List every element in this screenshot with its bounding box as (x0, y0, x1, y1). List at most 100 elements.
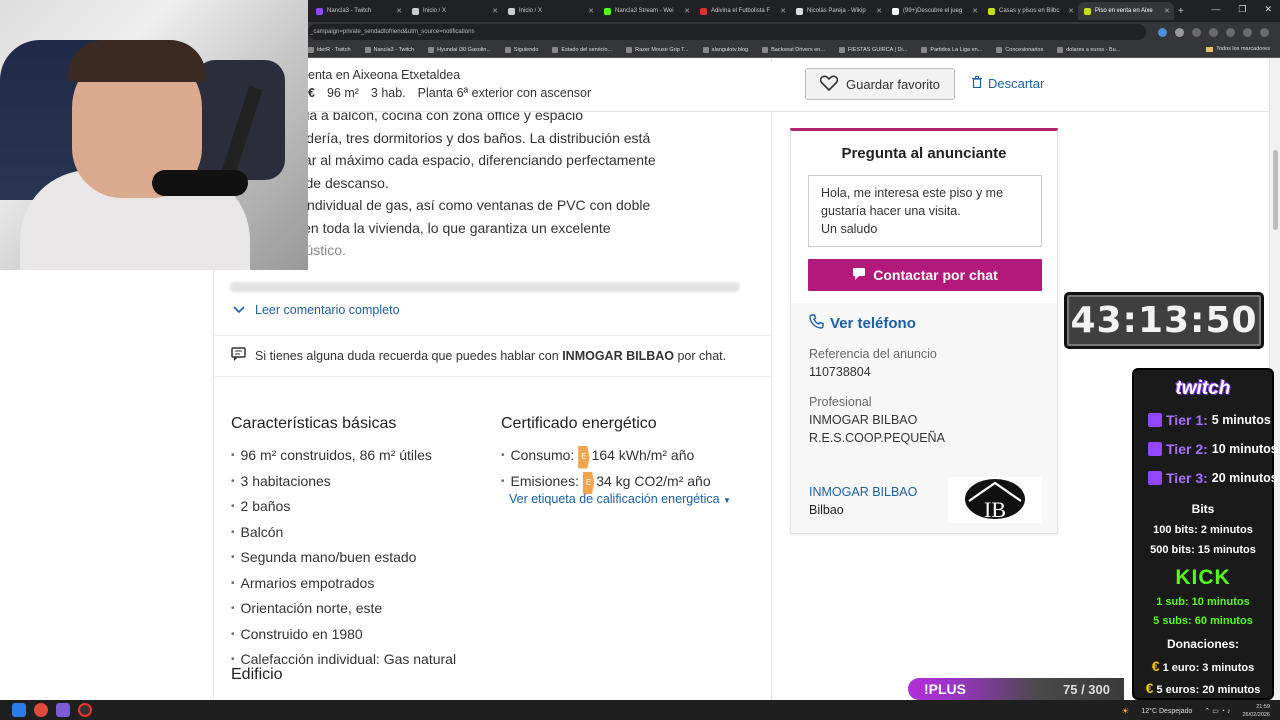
tab-favicon-icon (316, 7, 323, 15)
browser-tab[interactable]: Nancla3 Stream - Wei ✕ (598, 2, 694, 20)
close-tab-icon[interactable]: ✕ (972, 7, 978, 15)
bookmark-item[interactable]: Backseat Drivers en... (762, 46, 825, 53)
caret-down-icon: ▼ (723, 496, 731, 505)
clock-time: 21:59 (1256, 704, 1270, 710)
reference-label: Referencia del anuncio (809, 347, 937, 361)
kick-rule-2: 5 subs: 60 minutos (1153, 615, 1253, 627)
bookmark-item[interactable]: Partidos La Liga en... (921, 46, 982, 53)
bookmark-label: Hyundai i30 Gasolin... (437, 46, 491, 53)
tier-value: 5 minutos (1211, 413, 1271, 427)
chat-reminder-agency: INMOGAR BILBAO (562, 349, 674, 363)
bookmark-item[interactable]: alangulotv.blog (702, 46, 748, 53)
feature-item: 2 baños (231, 495, 456, 521)
extension-icon[interactable] (1175, 27, 1184, 37)
bookmark-item[interactable]: Hyundai i30 Gasolin... (428, 46, 491, 53)
euro-icon: € (1151, 658, 1160, 674)
chrome-icon[interactable] (34, 703, 48, 717)
bookmark-item[interactable]: Siguiendo (504, 46, 538, 53)
weather-text: 12°C Despejado (1141, 707, 1193, 715)
kick-logo: KICK (1175, 566, 1231, 589)
twitch-glitch-icon (1148, 413, 1162, 427)
start-menu-icon[interactable] (12, 703, 26, 717)
tier-name: Tier 1: (1166, 412, 1208, 428)
agency-link[interactable]: INMOGAR BILBAO (809, 483, 917, 501)
browser-tab[interactable]: (99+)Descubre el jueg ✕ (886, 2, 982, 20)
tab-label: Inicio / X (519, 8, 543, 14)
clock[interactable]: 21:59 26/02/2026 (1242, 703, 1270, 719)
reference-value: 110738804 (809, 365, 871, 379)
bookmark-item[interactable]: Concesionarios (996, 46, 1043, 53)
menu-kebab-icon[interactable] (1260, 27, 1269, 37)
bookmark-item[interactable]: FIESTAS GUIRCA | Di... (838, 46, 907, 53)
tab-label: Nancla3 - Twitch (327, 8, 372, 14)
bookmark-favicon-icon (1057, 46, 1064, 53)
close-tab-icon[interactable]: ✕ (492, 7, 498, 15)
close-tab-icon[interactable]: ✕ (684, 7, 690, 15)
close-tab-icon[interactable]: ✕ (876, 7, 882, 15)
energy-label-link[interactable]: Ver etiqueta de calificación energética … (509, 492, 731, 506)
maximize-icon[interactable]: ❐ (1238, 4, 1246, 15)
browser-tab[interactable]: Casas y pisos en Bilbc ✕ (982, 2, 1078, 20)
contact-chat-button[interactable]: Contactar por chat (808, 259, 1042, 291)
agency-city: Bilbao (809, 503, 844, 517)
close-tab-icon[interactable]: ✕ (1164, 7, 1170, 15)
profile-avatar-icon[interactable] (1243, 27, 1252, 37)
scrollbar-thumb[interactable] (1273, 150, 1278, 230)
price-suffix: € (308, 86, 315, 100)
message-textarea[interactable]: Hola, me interesa este piso y me gustarí… (808, 175, 1042, 247)
twitch-glitch-icon (1148, 471, 1162, 485)
listing-size: 96 m² (326, 86, 359, 100)
chat-reminder-suffix: por chat. (677, 349, 727, 363)
listing-meta: € 96 m² 3 hab. Planta 6ª exterior con as… (308, 86, 591, 100)
donation-rule-1: € 1 euro: 3 minutos (1134, 658, 1272, 674)
browser-tab[interactable]: Inicio / X ✕ (406, 2, 502, 20)
close-tab-icon[interactable]: ✕ (780, 7, 786, 15)
extension-icon[interactable] (1226, 27, 1235, 37)
discard-button[interactable]: Descartar (972, 76, 1044, 91)
system-tray: ☀ 12°C Despejado ⌃ ▭ ◔ ♪ 21:59 26/02/202… (1121, 703, 1270, 719)
bookmark-item[interactable]: lderR - Twitch (308, 46, 351, 53)
save-favorite-label: Guardar favorito (846, 76, 940, 92)
browser-tab[interactable]: Inicio / X ✕ (502, 2, 598, 20)
energy-heading: Certificado energético (501, 415, 657, 432)
energy-grade-badge: E (582, 471, 595, 494)
bookmark-item[interactable]: Nancla3 - Twitch (364, 46, 414, 53)
browser-tab[interactable]: Adivina el Futbolista F ✕ (694, 2, 790, 20)
browser-tab[interactable]: Nicolás Pareja - Wikip ✕ (790, 2, 886, 20)
bookmark-label: lderR - Twitch (317, 46, 351, 53)
browser-tab[interactable]: Piso en venta en Aixe ✕ (1078, 2, 1174, 20)
extension-icon[interactable] (1158, 27, 1167, 37)
bookmark-favicon-icon (762, 46, 769, 53)
show-phone-link[interactable]: Ver teléfono (809, 314, 916, 333)
new-tab-icon[interactable]: + (1178, 6, 1184, 17)
close-tab-icon[interactable]: ✕ (1068, 7, 1074, 15)
donation-rule-2-text: 5 euros: 20 minutos (1156, 684, 1261, 696)
browser-tab[interactable]: Nancla3 - Twitch ✕ (310, 2, 406, 20)
app-icon[interactable] (56, 703, 70, 717)
feature-item: Armarios empotrados (231, 572, 456, 598)
close-tab-icon[interactable]: ✕ (588, 7, 594, 15)
agency-logo[interactable]: IB (948, 477, 1042, 523)
read-more-link[interactable]: Leer comentario completo (233, 303, 400, 317)
save-favorite-button[interactable]: Guardar favorito (805, 68, 955, 100)
subathon-rules-panel: twitch Tier 1: 5 minutos Tier 2: 10 minutos… (1132, 368, 1278, 700)
tier-value: 10 minutos (1211, 442, 1278, 456)
bookmark-item[interactable]: Estado del servicio... (552, 46, 613, 53)
agency-info: INMOGAR BILBAO Bilbao (809, 483, 917, 519)
close-tab-icon[interactable]: ✕ (396, 7, 402, 15)
bookmark-label: Estado del servicio... (561, 46, 613, 53)
bookmark-item[interactable]: Razer Mouse Grip T... (626, 46, 689, 53)
minimize-icon[interactable]: — (1211, 4, 1220, 15)
bookmark-item[interactable]: dolares a euros - Bu... (1057, 46, 1120, 53)
chat-bubble-icon (231, 347, 247, 365)
all-bookmarks-folder[interactable]: Todos los marcadores (1206, 46, 1270, 52)
tab-label: (99+)Descubre el jueg (903, 8, 963, 14)
bookmark-favicon-icon (996, 46, 1003, 53)
svg-text:IB: IB (984, 497, 1006, 522)
url-field[interactable]: _campaign=private_sendadtofriend&utm_sou… (308, 24, 1146, 40)
bookmark-favicon-icon (364, 46, 371, 53)
obs-icon[interactable] (78, 703, 92, 717)
extension-icon[interactable] (1192, 27, 1201, 37)
close-window-icon[interactable]: ✕ (1264, 4, 1272, 15)
extension-icon[interactable] (1209, 27, 1218, 37)
